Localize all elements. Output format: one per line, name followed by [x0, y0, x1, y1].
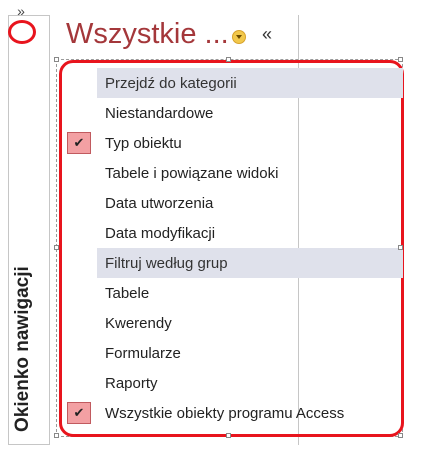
- menu-section-header: Filtruj według grup: [97, 248, 403, 278]
- resize-handle[interactable]: [54, 245, 59, 250]
- menu-item[interactable]: Data modyfikacji: [97, 218, 403, 248]
- pane-title[interactable]: Wszystkie ...: [66, 18, 229, 51]
- collapse-pane-button[interactable]: «: [262, 24, 272, 45]
- checkmark-icon: ✔: [67, 402, 91, 424]
- resize-handle[interactable]: [54, 433, 59, 438]
- menu-item[interactable]: Niestandardowe: [97, 98, 403, 128]
- annotation-circle: [8, 20, 36, 44]
- checkmark-icon: ✔: [67, 132, 91, 154]
- resize-handle[interactable]: [226, 433, 231, 438]
- resize-handle[interactable]: [398, 433, 403, 438]
- resize-handle[interactable]: [54, 57, 59, 62]
- dropdown-arrow-icon[interactable]: [232, 30, 246, 44]
- collapsed-pane-label: Okienko nawigacji: [12, 266, 33, 432]
- menu-item[interactable]: Tabele: [97, 278, 403, 308]
- resize-handle[interactable]: [226, 57, 231, 62]
- menu-item[interactable]: Raporty: [97, 368, 403, 398]
- menu-section-header: Przejdź do kategorii: [97, 68, 403, 98]
- resize-handle[interactable]: [398, 245, 403, 250]
- menu-item[interactable]: Kwerendy: [97, 308, 403, 338]
- resize-handle[interactable]: [398, 57, 403, 62]
- menu-item[interactable]: Typ obiektu: [97, 128, 403, 158]
- menu-item[interactable]: Formularze: [97, 338, 403, 368]
- menu-item[interactable]: Data utworzenia: [97, 188, 403, 218]
- menu-item[interactable]: Wszystkie obiekty programu Access: [97, 398, 403, 428]
- menu-item[interactable]: Tabele i powiązane widoki: [97, 158, 403, 188]
